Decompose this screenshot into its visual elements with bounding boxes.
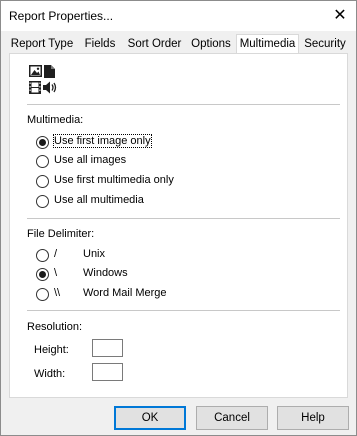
file-delimiter-label: File Delimiter: [27, 228, 95, 240]
radio-label: Use first image only [53, 134, 152, 148]
delimiter-symbol: / [54, 248, 58, 260]
tab-strip: Report Type Fields Sort Order Options Mu… [9, 34, 349, 54]
radio-delimiter-windows[interactable]: \ Windows [36, 267, 236, 283]
width-input[interactable] [92, 363, 123, 381]
tab-report-type[interactable]: Report Type [9, 36, 75, 53]
radio-button[interactable] [36, 288, 49, 301]
separator [27, 218, 340, 219]
height-label: Height: [34, 344, 69, 356]
multimedia-label: Multimedia: [27, 114, 84, 126]
radio-label: Use all images [54, 154, 127, 166]
radio-button[interactable] [36, 175, 49, 188]
radio-button[interactable] [36, 268, 49, 281]
multimedia-panel: Multimedia: Use first image only Use all… [9, 53, 348, 398]
radio-button[interactable] [36, 155, 49, 168]
tab-security[interactable]: Security [301, 36, 349, 53]
radio-delimiter-unix[interactable]: / Unix [36, 248, 236, 264]
radio-button[interactable] [36, 249, 49, 262]
tab-fields[interactable]: Fields [81, 36, 119, 53]
ok-button[interactable]: OK [114, 406, 186, 430]
radio-delimiter-word-mail-merge[interactable]: \\ Word Mail Merge [36, 287, 236, 303]
document-icon [44, 65, 55, 78]
resolution-label: Resolution: [27, 321, 83, 333]
radio-button[interactable] [36, 136, 49, 149]
delimiter-name: Windows [83, 267, 128, 279]
delimiter-name: Unix [83, 248, 106, 260]
film-icon [29, 81, 41, 94]
tab-multimedia[interactable]: Multimedia [236, 34, 299, 54]
width-label: Width: [34, 368, 66, 380]
separator [27, 104, 340, 105]
radio-label: Use all multimedia [54, 194, 144, 206]
cancel-button[interactable]: Cancel [196, 406, 268, 430]
title-bar: Report Properties... ✕ [1, 1, 356, 31]
help-button[interactable]: Help [277, 406, 349, 430]
speaker-icon [43, 81, 57, 94]
radio-button[interactable] [36, 195, 49, 208]
delimiter-name: Word Mail Merge [83, 287, 167, 299]
image-icon [29, 65, 42, 77]
separator [27, 310, 340, 311]
radio-label: Use first multimedia only [54, 174, 174, 186]
delimiter-symbol: \ [54, 267, 58, 279]
window-title: Report Properties... [9, 9, 114, 23]
delimiter-symbol: \\ [54, 287, 61, 299]
close-button[interactable]: ✕ [328, 5, 352, 27]
tab-options[interactable]: Options [189, 36, 233, 53]
height-input[interactable] [92, 339, 123, 357]
multimedia-icons [28, 64, 60, 96]
report-properties-dialog: Report Properties... ✕ Report Type Field… [0, 0, 357, 436]
tab-sort-order[interactable]: Sort Order [124, 36, 185, 53]
